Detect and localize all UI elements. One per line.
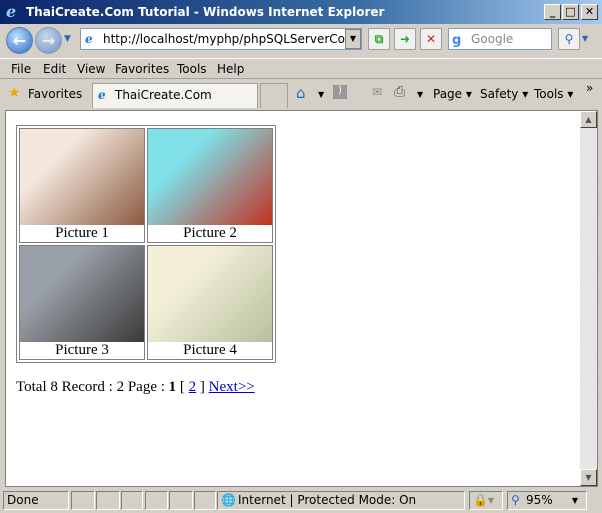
page-menu[interactable]: Page ▾ <box>433 87 472 101</box>
picture-caption: Picture 3 <box>55 342 109 358</box>
forward-button[interactable]: → <box>35 27 62 54</box>
navigation-bar: ← → ▼ e http://localhost/myphp/phpSQLSer… <box>0 24 602 57</box>
address-dropdown[interactable]: ▼ <box>345 29 361 49</box>
close-button[interactable]: ✕ <box>581 4 598 20</box>
page-2-link[interactable]: 2 <box>189 379 197 395</box>
menu-view[interactable]: View <box>77 62 105 76</box>
compatibility-view-icon[interactable]: ⧉ <box>368 28 390 50</box>
zoom-level: 95% <box>526 493 553 507</box>
recent-pages-dropdown[interactable]: ▼ <box>64 34 71 44</box>
window-title: ThaiCreate.Com Tutorial - Windows Intern… <box>26 5 385 19</box>
search-input[interactable]: g Google <box>448 28 552 50</box>
menu-help[interactable]: Help <box>217 62 244 76</box>
zoom-dropdown: ▼ <box>571 496 578 505</box>
status-pane <box>121 491 143 510</box>
search-options-dropdown[interactable]: ▼ <box>582 34 588 43</box>
menu-edit[interactable]: Edit <box>43 62 66 76</box>
bracket-open: [ <box>179 379 185 395</box>
zoom-icon: ⚲ <box>511 493 520 507</box>
current-page: 1 <box>168 379 177 395</box>
menu-file[interactable]: File <box>11 62 31 76</box>
status-pane <box>194 491 216 510</box>
next-link[interactable]: Next>> <box>209 379 255 395</box>
picture-caption: Picture 1 <box>55 225 109 241</box>
zoom-button[interactable]: ⚲ 95% ▼ <box>507 491 587 510</box>
favorites-star-icon: ★ <box>8 85 21 101</box>
security-zone[interactable]: 🌐 Internet | Protected Mode: On <box>217 491 465 510</box>
menu-bar: File Edit View Favorites Tools Help <box>0 58 602 79</box>
picture-cell: Picture 4 <box>147 245 273 360</box>
status-pane <box>71 491 95 510</box>
status-bar: Done 🌐 Internet | Protected Mode: On 🔒▾ … <box>0 489 602 513</box>
search-button[interactable]: ⚲ <box>558 28 580 50</box>
print-dropdown[interactable]: ▼ <box>417 90 423 99</box>
new-tab-button[interactable] <box>260 83 288 108</box>
page-icon: e <box>85 32 93 46</box>
status-text: Done <box>3 491 69 510</box>
url-text: http://localhost/myphp/phpSQLServerColum… <box>103 32 361 46</box>
safety-menu[interactable]: Safety ▾ <box>480 87 528 101</box>
mail-icon[interactable]: ✉ <box>372 85 382 99</box>
picture-image[interactable] <box>20 129 144 225</box>
menu-tools[interactable]: Tools <box>177 62 207 76</box>
picture-image[interactable] <box>148 246 272 342</box>
scroll-up-button[interactable]: ▲ <box>580 111 597 128</box>
more-chevron[interactable]: » <box>586 81 593 95</box>
tools-menu[interactable]: Tools ▾ <box>534 87 573 101</box>
picture-image[interactable] <box>20 246 144 342</box>
protected-mode-icon[interactable]: 🔒▾ <box>469 491 503 510</box>
picture-cell: Picture 2 <box>147 128 273 243</box>
maximize-button[interactable]: □ <box>562 4 579 20</box>
home-dropdown[interactable]: ▼ <box>318 90 324 99</box>
status-pane <box>145 491 168 510</box>
picture-cell: Picture 1 <box>19 128 145 243</box>
go-button[interactable]: ➜ <box>394 28 416 50</box>
stop-button[interactable]: ✕ <box>420 28 442 50</box>
bracket-close: ] <box>199 379 205 395</box>
picture-image[interactable] <box>148 129 272 225</box>
title-bar: e ThaiCreate.Com Tutorial - Windows Inte… <box>0 0 602 24</box>
minimize-button[interactable]: _ <box>544 4 561 20</box>
globe-icon: 🌐 <box>221 493 236 507</box>
pagination: Total 8 Record : 2 Page : 1 [ 2 ] Next>> <box>16 379 255 396</box>
search-placeholder: Google <box>471 32 514 46</box>
picture-table: Picture 1 Picture 2 Picture 3 Picture 4 <box>16 125 276 363</box>
favorites-button[interactable]: Favorites <box>28 87 82 101</box>
picture-caption: Picture 4 <box>183 342 237 358</box>
status-pane <box>169 491 193 510</box>
favorites-bar: ★ Favorites e ThaiCreate.Com Tutorial ⌂ … <box>0 81 602 125</box>
print-icon[interactable]: ⎙ <box>394 84 405 100</box>
scroll-down-button[interactable]: ▼ <box>580 469 597 486</box>
home-icon[interactable]: ⌂ <box>296 84 306 102</box>
picture-caption: Picture 2 <box>183 225 237 241</box>
zone-text: Internet | Protected Mode: On <box>238 493 417 507</box>
ie-logo-icon: e <box>6 2 17 21</box>
picture-cell: Picture 3 <box>19 245 145 360</box>
page-content: Picture 1 Picture 2 Picture 3 Picture 4 … <box>5 110 598 487</box>
vertical-scrollbar[interactable]: ▲ ▼ <box>580 111 597 486</box>
google-icon: g <box>452 33 462 48</box>
pager-summary: Total 8 Record : 2 Page : <box>16 379 165 395</box>
address-bar[interactable]: e http://localhost/myphp/phpSQLServerCol… <box>80 28 362 50</box>
status-pane <box>96 491 120 510</box>
tab-thaicreate[interactable]: e ThaiCreate.Com Tutorial <box>92 83 258 125</box>
menu-favorites[interactable]: Favorites <box>115 62 169 76</box>
feeds-icon[interactable]: ) <box>333 85 347 99</box>
back-button[interactable]: ← <box>6 27 33 54</box>
tab-ie-icon: e <box>98 88 106 102</box>
